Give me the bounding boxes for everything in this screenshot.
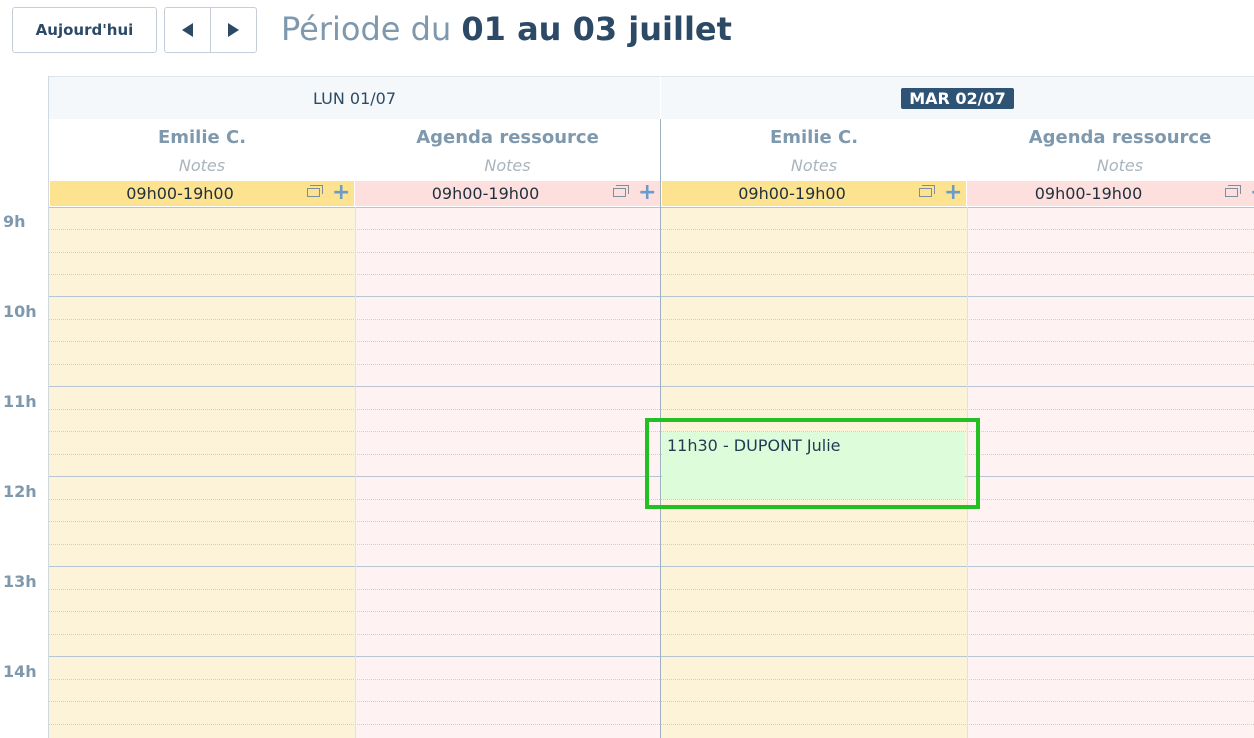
hour-label: 11h [3,392,37,411]
quarter-line [48,499,1254,500]
hour-line [48,207,1254,208]
copy-icon[interactable] [919,185,935,197]
hour-label: 14h [3,662,37,681]
working-hours: 09h00-19h00 [126,184,234,203]
resource-name[interactable]: Emilie C. [661,127,967,148]
add-icon[interactable]: + [1250,181,1254,206]
quarter-line [48,521,1254,522]
hour-line [48,566,1254,567]
hour-line [48,476,1254,477]
calendar: LUN 01/07 MAR 02/07 Emilie C. Notes Agen… [0,76,1254,738]
quarter-line [48,454,1254,455]
arrow-left-icon [182,23,193,37]
resource-name[interactable]: Emilie C. [49,127,355,148]
hour-line [48,296,1254,297]
copy-icon[interactable] [307,185,323,197]
quarter-line [48,544,1254,545]
hour-label: 10h [3,302,37,321]
today-button[interactable]: Aujourd'hui [12,7,157,53]
period-prefix: Période du [281,10,452,48]
resource-name[interactable]: Agenda ressource [355,127,660,148]
resource-separator [355,207,356,738]
resource-notes[interactable]: Notes [355,156,660,175]
quarter-line [48,724,1254,725]
day-separator [660,119,661,738]
add-icon[interactable]: + [638,181,656,206]
resource-notes[interactable]: Notes [967,156,1254,175]
quarter-line [48,431,1254,432]
time-slot-column[interactable] [355,207,660,738]
add-icon[interactable]: + [332,181,350,206]
quarter-line [48,701,1254,702]
day-header-tue: MAR 02/07 [661,76,1254,119]
resource-name[interactable]: Agenda ressource [967,127,1254,148]
grid-left-border [48,76,49,738]
add-icon[interactable]: + [944,181,962,206]
time-slot-column[interactable] [967,207,1254,738]
prev-period-button[interactable] [165,8,210,52]
appointment-label: 11h30 - DUPONT Julie [667,436,841,455]
quarter-line [48,252,1254,253]
working-hours-bar[interactable]: 09h00-19h00 + [50,181,354,206]
quarter-line [48,341,1254,342]
quarter-line [48,409,1254,410]
quarter-line [48,611,1254,612]
next-period-button[interactable] [210,8,256,52]
working-hours-bar[interactable]: 09h00-19h00 + [967,181,1254,206]
quarter-line [48,634,1254,635]
working-hours-bar[interactable]: 09h00-19h00 + [662,181,966,206]
day-header-mon: LUN 01/07 [49,76,660,119]
page-title: Période du 01 au 03 juillet [281,6,732,52]
resource-notes[interactable]: Notes [661,156,967,175]
working-hours-bar[interactable]: 09h00-19h00 + [355,181,660,206]
quarter-line [48,679,1254,680]
hour-line [48,386,1254,387]
quarter-line [48,319,1254,320]
quarter-line [48,229,1254,230]
hour-line [48,656,1254,657]
arrow-right-icon [228,23,239,37]
quarter-line [48,274,1254,275]
hour-label: 9h [3,212,26,231]
day-label-today: MAR 02/07 [901,87,1014,109]
day-label: LUN 01/07 [313,88,396,108]
working-hours: 09h00-19h00 [738,184,846,203]
period-nav [164,7,257,53]
copy-icon[interactable] [1225,185,1241,197]
hour-label: 13h [3,572,37,591]
time-slot-column[interactable] [49,207,355,738]
copy-icon[interactable] [613,185,629,197]
working-hours: 09h00-19h00 [1034,184,1143,203]
hour-label: 12h [3,482,37,501]
quarter-line [48,364,1254,365]
period-dates: 01 au 03 juillet [461,10,732,48]
working-hours: 09h00-19h00 [431,184,540,203]
resource-notes[interactable]: Notes [49,156,355,175]
quarter-line [48,589,1254,590]
resource-separator [967,207,968,738]
appointment-event[interactable]: 11h30 - DUPONT Julie [662,432,965,499]
